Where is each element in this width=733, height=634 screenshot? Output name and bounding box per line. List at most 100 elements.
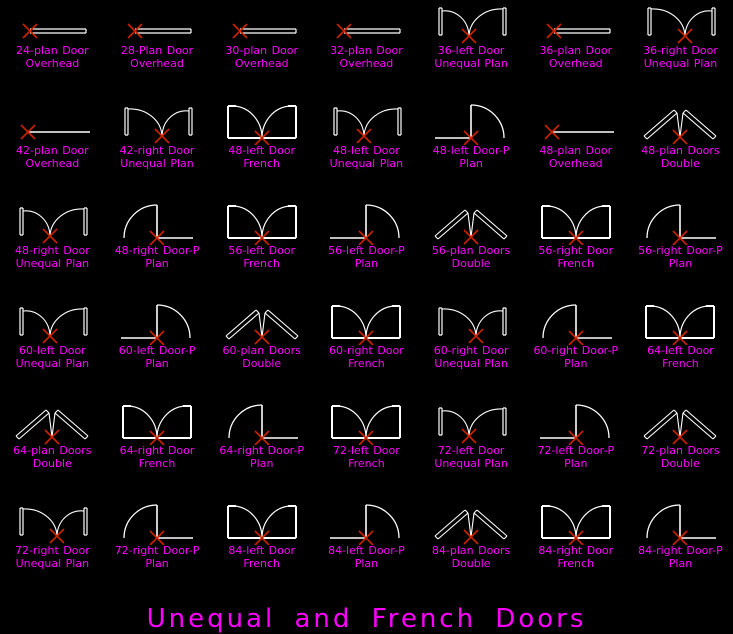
- french-left-symbol[interactable]: [210, 199, 314, 245]
- block-cell[interactable]: 56-left Door French: [209, 200, 314, 300]
- block-label: 30-plan Door Overhead: [225, 44, 299, 70]
- block-cell[interactable]: 24-plan Door Overhead: [0, 0, 105, 100]
- block-cell[interactable]: 48-plan Doors Double: [628, 100, 733, 200]
- block-cell[interactable]: 72-left Door French: [314, 400, 419, 500]
- doorp-right-symbol[interactable]: [105, 199, 209, 245]
- block-cell[interactable]: 60-plan Doors Double: [209, 300, 314, 400]
- doorp-right-symbol[interactable]: [524, 299, 628, 345]
- french-left-symbol[interactable]: [210, 99, 314, 145]
- block-cell[interactable]: 56-plan Doors Double: [419, 200, 524, 300]
- unequal-right-symbol[interactable]: [0, 499, 104, 545]
- unequal-left-symbol[interactable]: [419, 399, 523, 445]
- block-cell[interactable]: 56-right Door-P Plan: [628, 200, 733, 300]
- block-cell[interactable]: 48-right Door Unequal Plan: [0, 200, 105, 300]
- insertion-point-marker: [463, 229, 479, 245]
- insertion-point-marker: [232, 23, 248, 39]
- double-symbol[interactable]: [210, 299, 314, 345]
- unequal-left-symbol[interactable]: [419, 0, 523, 45]
- double-door-glyph: [434, 209, 508, 245]
- block-cell[interactable]: 84-right Door French: [523, 500, 628, 600]
- french-left-symbol[interactable]: [628, 299, 732, 345]
- block-cell[interactable]: 72-left Door Unequal Plan: [419, 400, 524, 500]
- french-left-symbol[interactable]: [210, 499, 314, 545]
- overhead-symbol[interactable]: [524, 0, 628, 45]
- block-label: 56-left Door French: [228, 244, 296, 270]
- block-cell[interactable]: 32-plan Door Overhead: [314, 0, 419, 100]
- block-cell[interactable]: 36-plan Door Overhead: [523, 0, 628, 100]
- doorp-right-symbol[interactable]: [628, 499, 732, 545]
- doorp-right-symbol[interactable]: [105, 499, 209, 545]
- french-left-symbol[interactable]: [314, 399, 418, 445]
- doorp-right-symbol[interactable]: [210, 399, 314, 445]
- overhead-symbol[interactable]: [105, 0, 209, 45]
- double-symbol[interactable]: [628, 399, 732, 445]
- block-cell[interactable]: 64-left Door French: [628, 300, 733, 400]
- block-cell[interactable]: 42-right Door Unequal Plan: [105, 100, 210, 200]
- double-door-glyph: [434, 509, 508, 545]
- block-label: 36-right Door Unequal Plan: [643, 44, 718, 70]
- block-cell[interactable]: 60-right Door French: [314, 300, 419, 400]
- block-cell[interactable]: 60-left Door-P Plan: [105, 300, 210, 400]
- block-cell[interactable]: 36-left Door Unequal Plan: [419, 0, 524, 100]
- unequal-left-symbol[interactable]: [0, 299, 104, 345]
- doorp-plan-glyph: [121, 304, 191, 345]
- unequal-left-symbol[interactable]: [314, 99, 418, 145]
- block-cell[interactable]: 72-right Door Unequal Plan: [0, 500, 105, 600]
- double-door-glyph: [15, 409, 89, 445]
- french-right-symbol[interactable]: [524, 199, 628, 245]
- block-cell[interactable]: 48-plan Door Overhead: [523, 100, 628, 200]
- doorp-left-symbol[interactable]: [314, 199, 418, 245]
- overhead-symbol[interactable]: [0, 0, 104, 45]
- french-door-glyph: [331, 305, 402, 345]
- block-cell[interactable]: 48-left Door French: [209, 100, 314, 200]
- double-symbol[interactable]: [419, 499, 523, 545]
- doorp-right-symbol[interactable]: [628, 199, 732, 245]
- insertion-point-marker: [672, 429, 689, 445]
- block-cell[interactable]: 72-plan Doors Double: [628, 400, 733, 500]
- block-cell[interactable]: 84-left Door French: [209, 500, 314, 600]
- block-cell[interactable]: 84-plan Doors Double: [419, 500, 524, 600]
- overhead-door-glyph: [232, 23, 297, 39]
- block-cell[interactable]: 84-right Door-P Plan: [628, 500, 733, 600]
- block-cell[interactable]: 56-left Door-P Plan: [314, 200, 419, 300]
- french-right-symbol[interactable]: [105, 399, 209, 445]
- double-symbol[interactable]: [419, 199, 523, 245]
- french-right-symbol[interactable]: [524, 499, 628, 545]
- block-label: 32-plan Door Overhead: [330, 44, 403, 70]
- block-cell[interactable]: 64-plan Doors Double: [0, 400, 105, 500]
- double-symbol[interactable]: [0, 399, 104, 445]
- unequal-right-symbol[interactable]: [105, 99, 209, 145]
- french-right-symbol[interactable]: [314, 299, 418, 345]
- overhead-single-symbol[interactable]: [524, 99, 628, 145]
- block-cell[interactable]: 28-Plan Door Overhead: [105, 0, 210, 100]
- block-cell[interactable]: 56-right Door French: [523, 200, 628, 300]
- block-cell[interactable]: 48-right Door-P Plan: [105, 200, 210, 300]
- block-cell[interactable]: 48-left Door Unequal Plan: [314, 100, 419, 200]
- doorp-left-symbol[interactable]: [419, 99, 523, 145]
- block-cell[interactable]: 72-left Door-P Plan: [523, 400, 628, 500]
- doorp-left-symbol[interactable]: [105, 299, 209, 345]
- overhead-symbol[interactable]: [314, 0, 418, 45]
- double-symbol[interactable]: [628, 99, 732, 145]
- block-cell[interactable]: 72-right Door-P Plan: [105, 500, 210, 600]
- block-cell[interactable]: 84-left Door-P Plan: [314, 500, 419, 600]
- block-cell[interactable]: 42-plan Door Overhead: [0, 100, 105, 200]
- block-label: 56-left Door-P Plan: [328, 244, 405, 270]
- french-door-glyph: [331, 405, 402, 445]
- block-cell[interactable]: 48-left Door-P Plan: [419, 100, 524, 200]
- doorp-left-symbol[interactable]: [314, 499, 418, 545]
- unequal-right-symbol[interactable]: [628, 0, 732, 45]
- doorp-left-symbol[interactable]: [524, 399, 628, 445]
- unequal-left-symbol[interactable]: [0, 199, 104, 245]
- block-cell[interactable]: 36-right Door Unequal Plan: [628, 0, 733, 100]
- overhead-single-symbol[interactable]: [0, 99, 104, 145]
- block-cell[interactable]: 64-right Door French: [105, 400, 210, 500]
- doorp-plan-glyph: [228, 404, 298, 445]
- block-cell[interactable]: 60-right Door-P Plan: [523, 300, 628, 400]
- overhead-symbol[interactable]: [210, 0, 314, 45]
- block-cell[interactable]: 30-plan Door Overhead: [209, 0, 314, 100]
- unequal-right-symbol[interactable]: [419, 299, 523, 345]
- block-cell[interactable]: 60-left Door Unequal Plan: [0, 300, 105, 400]
- block-cell[interactable]: 60-right Door Unequal Plan: [419, 300, 524, 400]
- block-cell[interactable]: 64-right Door-P Plan: [209, 400, 314, 500]
